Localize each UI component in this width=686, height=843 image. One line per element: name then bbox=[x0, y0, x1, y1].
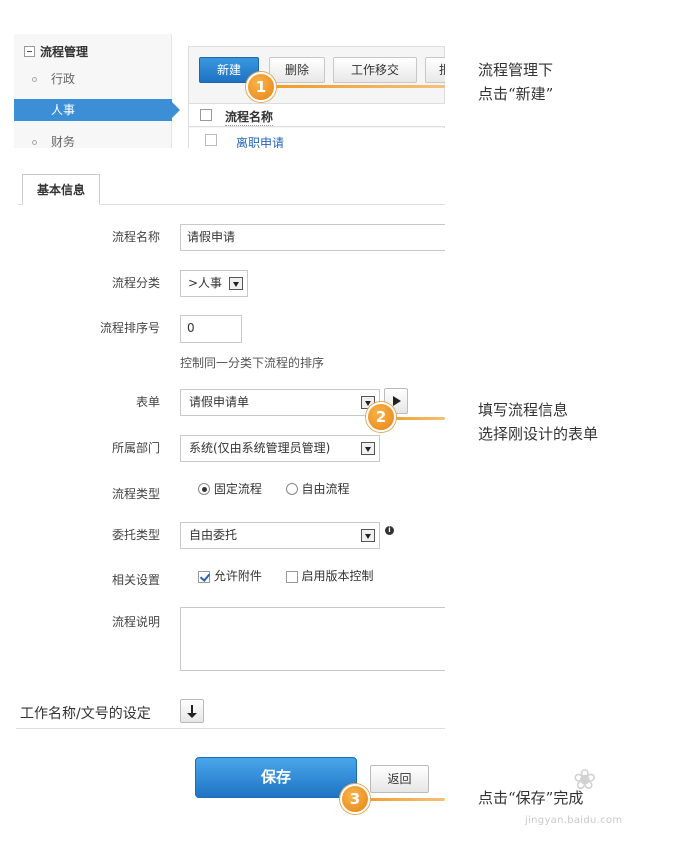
row-link[interactable]: 离职申请 bbox=[236, 134, 284, 148]
flow-name-input[interactable]: 请假申请 bbox=[180, 224, 445, 251]
form-select[interactable]: 请假申请单 bbox=[180, 389, 380, 416]
select-all-checkbox[interactable] bbox=[200, 109, 212, 121]
checkbox-checked-icon[interactable] bbox=[198, 570, 210, 583]
flow-list-screenshot: 流程管理 行政 人事 财务 新建 删除 工作移交 批 流程名称 离职申请 bbox=[14, 34, 445, 148]
sidebar-item-label: 财务 bbox=[51, 135, 76, 148]
save-button[interactable]: 保存 bbox=[195, 757, 357, 798]
checkbox-icon[interactable] bbox=[285, 570, 298, 583]
paw-logo-icon: ❀ bbox=[573, 763, 597, 796]
note-line: 点击“新建” bbox=[478, 85, 554, 103]
radio-label: 自由流程 bbox=[301, 482, 350, 496]
bullet-icon bbox=[32, 77, 37, 82]
tab-basic-info[interactable]: 基本信息 bbox=[22, 174, 101, 205]
name-label: 流程名称 bbox=[111, 230, 160, 244]
flow-list-panel: 新建 删除 工作移交 批 流程名称 离职申请 bbox=[188, 46, 445, 148]
note-line: 流程管理下 bbox=[478, 61, 554, 79]
category-select[interactable]: >人事 bbox=[180, 270, 248, 297]
delete-button[interactable]: 删除 bbox=[269, 57, 325, 83]
order-input[interactable]: 0 bbox=[180, 315, 242, 343]
checkbox-allow-attachment[interactable]: 允许附件 bbox=[198, 569, 262, 583]
sidebar-item-hr[interactable]: 人事 bbox=[14, 99, 180, 121]
checkbox-version-control[interactable]: 启用版本控制 bbox=[285, 569, 374, 583]
step-1-note: 流程管理下 点击“新建” bbox=[478, 58, 553, 106]
step-2-badge: 2 bbox=[366, 402, 396, 432]
info-icon[interactable]: i bbox=[385, 526, 394, 535]
radio-label: 固定流程 bbox=[213, 482, 262, 496]
callout-line-1 bbox=[262, 85, 445, 88]
watermark: ❀ jingyan.baidu.com bbox=[525, 763, 650, 833]
row-checkbox[interactable] bbox=[205, 134, 217, 146]
section-title: 工作名称/文号的设定 bbox=[20, 706, 151, 722]
dropdown-arrow-icon[interactable] bbox=[229, 277, 243, 290]
checkbox-label: 启用版本控制 bbox=[301, 569, 374, 583]
form-select-value: 请假申请单 bbox=[189, 395, 250, 409]
note-line: 选择刚设计的表单 bbox=[478, 425, 599, 443]
column-header-name[interactable]: 流程名称 bbox=[225, 108, 274, 126]
transfer-button[interactable]: 工作移交 bbox=[333, 57, 417, 83]
radio-icon[interactable] bbox=[285, 483, 298, 495]
work-name-section: 工作名称/文号的设定 bbox=[16, 697, 445, 729]
radio-free-flow[interactable]: 自由流程 bbox=[285, 482, 350, 496]
department-select[interactable]: 系统(仅由系统管理员管理) bbox=[180, 435, 380, 462]
step-1-badge: 1 bbox=[246, 72, 276, 102]
sidebar-item-label: 人事 bbox=[51, 103, 76, 117]
delegate-type-label: 委托类型 bbox=[111, 528, 160, 542]
sidebar-item-admin[interactable]: 行政 bbox=[14, 68, 172, 90]
collapse-icon[interactable] bbox=[24, 46, 35, 57]
radio-fixed-flow[interactable]: 固定流程 bbox=[198, 482, 262, 496]
settings-label: 相关设置 bbox=[111, 573, 160, 587]
flow-type-label: 流程类型 bbox=[111, 487, 160, 501]
delegate-type-select[interactable]: 自由委托 bbox=[180, 522, 380, 549]
description-label: 流程说明 bbox=[111, 615, 160, 629]
sidebar-item-label: 行政 bbox=[51, 72, 76, 86]
order-label: 流程排序号 bbox=[99, 321, 160, 335]
settings-checkbox-group: 允许附件 启用版本控制 bbox=[198, 566, 394, 586]
dropdown-arrow-icon[interactable] bbox=[361, 529, 375, 542]
step-3-badge: 3 bbox=[340, 784, 370, 814]
radio-selected-icon[interactable] bbox=[198, 483, 210, 495]
flow-type-radio-group: 固定流程 自由流程 bbox=[198, 479, 370, 499]
category-label: 流程分类 bbox=[111, 276, 160, 290]
department-label: 所属部门 bbox=[111, 441, 160, 455]
sidebar-item-finance[interactable]: 财务 bbox=[14, 131, 172, 148]
checkbox-label: 允许附件 bbox=[213, 569, 262, 583]
step-2-note: 填写流程信息 选择刚设计的表单 bbox=[478, 398, 598, 446]
order-hint: 控制同一分类下流程的排序 bbox=[180, 356, 325, 370]
delegate-type-value: 自由委托 bbox=[189, 528, 238, 542]
list-header: 流程名称 bbox=[189, 103, 445, 127]
back-button[interactable]: 返回 bbox=[370, 765, 429, 793]
batch-button[interactable]: 批 bbox=[425, 57, 445, 83]
tab-bar: 基本信息 bbox=[18, 174, 445, 205]
dropdown-arrow-icon[interactable] bbox=[361, 442, 375, 455]
sidebar: 流程管理 行政 人事 财务 bbox=[14, 34, 180, 148]
form-label: 表单 bbox=[135, 395, 160, 409]
department-value: 系统(仅由系统管理员管理) bbox=[189, 441, 331, 455]
category-value: >人事 bbox=[188, 276, 223, 290]
table-row: 离职申请 bbox=[189, 128, 445, 148]
bullet-icon bbox=[32, 140, 37, 145]
arrow-down-icon[interactable] bbox=[180, 699, 204, 723]
sidebar-title[interactable]: 流程管理 bbox=[24, 43, 88, 60]
note-line: 填写流程信息 bbox=[478, 401, 569, 419]
sidebar-title-label: 流程管理 bbox=[40, 45, 89, 59]
description-textarea[interactable] bbox=[180, 607, 445, 671]
watermark-text: jingyan.baidu.com bbox=[525, 815, 623, 826]
